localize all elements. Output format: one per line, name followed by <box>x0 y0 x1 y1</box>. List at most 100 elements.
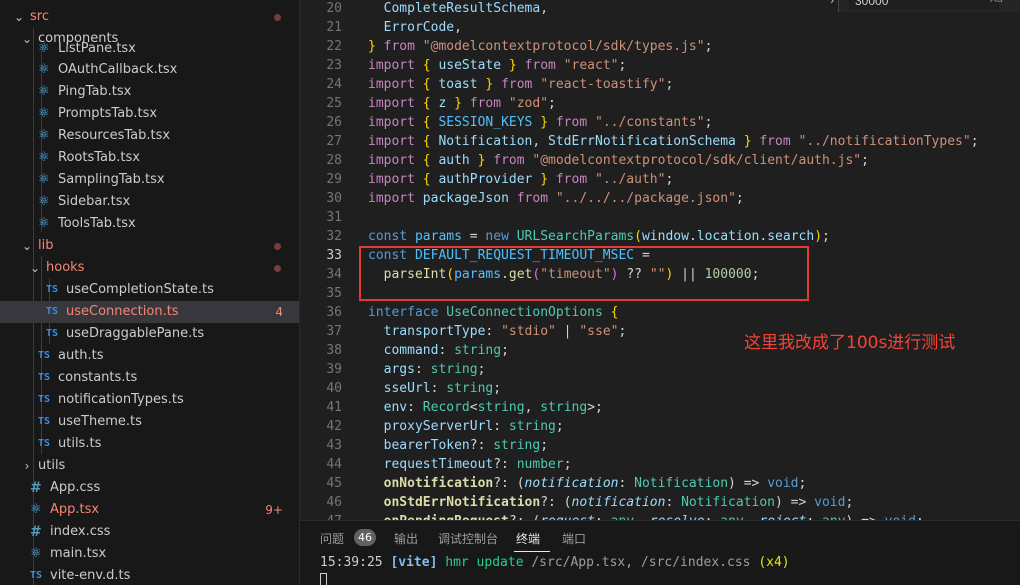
tree-item-label: ToolsTab.tsx <box>58 216 136 231</box>
tree-item[interactable]: TS utils.ts <box>0 433 299 455</box>
code-token: ; <box>493 381 502 396</box>
tab-output[interactable]: 输出 <box>394 530 418 547</box>
tab-terminal[interactable]: 终端 <box>516 530 540 547</box>
tree-item-label: auth.ts <box>58 348 104 363</box>
tree-item[interactable]: ⚛ OAuthCallback.tsx <box>0 59 299 81</box>
code-line: 27 import { Notification, StdErrNotificat… <box>300 132 1020 151</box>
chevron-down-icon[interactable]: ⌄ <box>12 6 26 28</box>
tree-item[interactable]: TS useTheme.ts <box>0 411 299 433</box>
line-number: 35 <box>326 286 342 301</box>
tab-problems[interactable]: 问题 <box>320 530 344 547</box>
code-token: SESSION_KEYS <box>438 115 533 130</box>
tree-item[interactable]: ⚛ App.tsx 9+ <box>0 499 299 521</box>
tree-item-label: main.tsx <box>50 546 107 561</box>
tree-item[interactable]: TS notificationTypes.ts <box>0 389 299 411</box>
tree-item[interactable]: ⌄ hooks <box>0 257 299 279</box>
tree-item[interactable]: # App.css <box>0 477 299 499</box>
code-token: , <box>524 400 541 415</box>
chevron-down-icon[interactable]: ⌄ <box>20 235 34 257</box>
code-token: string <box>540 400 588 415</box>
annotation-text: 这里我改成了100s进行测试 <box>744 333 956 353</box>
code-text: transportType: "stdio" | "sse"; <box>368 322 627 341</box>
code-token: from <box>501 77 541 92</box>
code-line: 40 sseUrl: string; <box>300 379 1020 398</box>
code-token: number <box>516 457 564 472</box>
code-token: = <box>461 229 486 244</box>
tree-item[interactable]: ⌄ lib <box>0 235 299 257</box>
tree-item-label: useConnection.ts <box>66 304 179 319</box>
react-file-icon: ⚛ <box>38 216 50 231</box>
code-token: : <box>430 381 447 396</box>
code-token: : <box>618 476 635 491</box>
react-file-icon: ⚛ <box>30 546 42 561</box>
tree-item[interactable]: ⌄ src <box>0 6 299 28</box>
line-number: 42 <box>326 419 342 434</box>
tree-item[interactable]: ⚛ RootsTab.tsx <box>0 147 299 169</box>
code-token: ) => <box>728 476 768 491</box>
code-token: { <box>422 77 439 92</box>
code-token: void <box>767 476 799 491</box>
code-token: ( <box>634 229 642 244</box>
code-token: { <box>422 96 439 111</box>
line-number: 36 <box>326 305 342 320</box>
tree-item[interactable]: › utils <box>0 455 299 477</box>
terminal-output-line[interactable]: 15:39:25 [vite] hmr update /src/App.tsx,… <box>320 555 790 570</box>
code-token: ?: ( <box>540 495 572 510</box>
line-number: 20 <box>326 1 342 16</box>
code-line: 42 proxyServerUrl: string; <box>300 417 1020 436</box>
code-token: search <box>767 229 815 244</box>
code-token: ?: <box>493 457 517 472</box>
code-token: } <box>469 153 494 168</box>
tree-item[interactable]: TS useDraggablePane.ts <box>0 323 299 345</box>
modified-dot-icon <box>274 243 281 250</box>
tree-item[interactable]: TS useCompletionState.ts <box>0 279 299 301</box>
code-text: import { toast } from "react-toastify"; <box>368 75 673 94</box>
tab-ports[interactable]: 端口 <box>562 530 586 547</box>
tree-item[interactable]: ⚛ ResourcesTab.tsx <box>0 125 299 147</box>
code-token: , <box>540 1 549 16</box>
tree-item-label: useCompletionState.ts <box>66 282 214 297</box>
code-token: | <box>555 324 580 339</box>
code-text: requestTimeout?: number; <box>368 455 572 474</box>
tree-item[interactable]: ⚛ ListPane.tsx <box>0 38 299 60</box>
code-token: ; <box>704 39 713 54</box>
tree-item[interactable]: TS useConnection.ts 4 <box>0 301 299 323</box>
code-line: 21 ErrorCode, <box>300 18 1020 37</box>
line-number: 32 <box>326 229 342 244</box>
tree-item[interactable]: ⚛ ToolsTab.tsx <box>0 213 299 235</box>
tab-debug-console[interactable]: 调试控制台 <box>438 530 498 547</box>
tree-item[interactable]: ⚛ Sidebar.tsx <box>0 191 299 213</box>
chevron-right-icon[interactable]: › <box>20 455 34 477</box>
find-toggle-replace-chevron-icon[interactable]: › <box>830 0 834 7</box>
match-case-toggle[interactable]: Aa <box>990 0 1003 5</box>
css-file-icon: # <box>30 524 42 540</box>
tree-item[interactable]: ⚛ SamplingTab.tsx <box>0 169 299 191</box>
tree-item-label: useTheme.ts <box>58 414 142 429</box>
code-token: "../auth" <box>595 172 666 187</box>
code-token: const <box>368 229 415 244</box>
code-token: > <box>587 400 596 415</box>
code-token: from <box>524 58 564 73</box>
code-token: ; <box>665 77 674 92</box>
tree-item-label: App.css <box>50 480 101 495</box>
code-text: proxyServerUrl: string; <box>368 417 564 436</box>
find-input[interactable] <box>849 0 999 10</box>
tree-item[interactable]: ⚛ PromptsTab.tsx <box>0 103 299 125</box>
tree-item-label: RootsTab.tsx <box>58 150 140 165</box>
react-file-icon: ⚛ <box>38 172 50 187</box>
chevron-down-icon[interactable]: ⌄ <box>28 257 42 279</box>
tree-item[interactable]: TS constants.ts <box>0 367 299 389</box>
code-line: 25 import { z } from "zod"; <box>300 94 1020 113</box>
tree-item[interactable]: ⚛ main.tsx <box>0 543 299 565</box>
code-line: 22} from "@modelcontextprotocol/sdk/type… <box>300 37 1020 56</box>
code-token: onNotification <box>383 476 494 491</box>
code-token: ; <box>548 96 556 111</box>
code-text: import { useState } from "react"; <box>368 56 626 75</box>
tree-item[interactable]: # index.css <box>0 521 299 543</box>
tree-item[interactable]: ⚛ PingTab.tsx <box>0 81 299 103</box>
code-token: : <box>407 400 423 415</box>
active-tab-indicator <box>514 551 550 552</box>
tree-item[interactable]: TS vite-env.d.ts <box>0 565 299 585</box>
tree-item[interactable]: TS auth.ts <box>0 345 299 367</box>
